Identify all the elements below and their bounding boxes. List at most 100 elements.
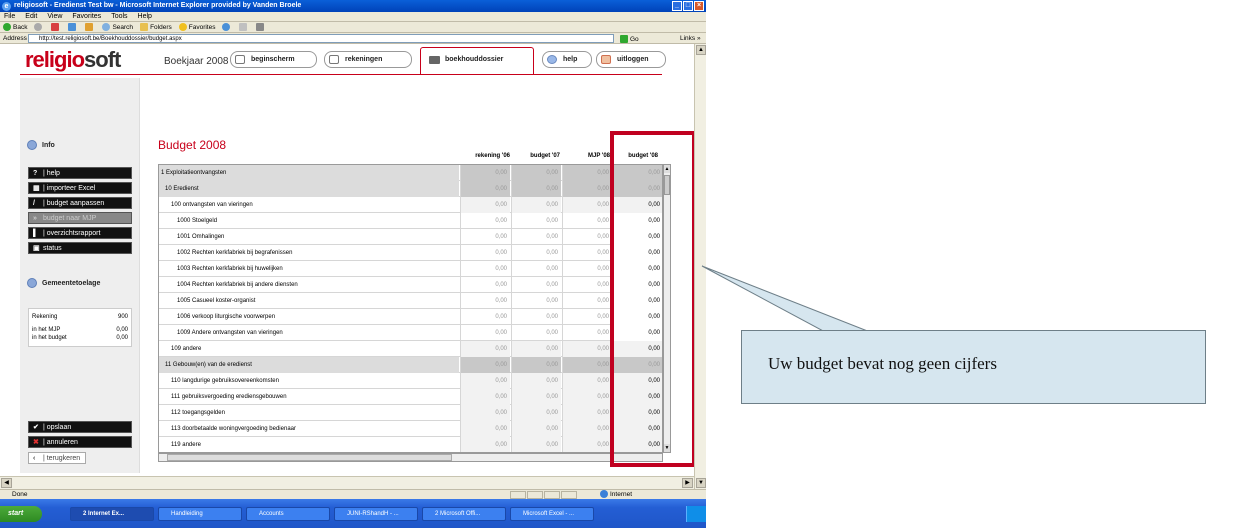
menu-edit[interactable]: Edit <box>25 12 37 21</box>
nav-beginscherm[interactable]: beginscherm <box>230 51 317 68</box>
row-label: 11 Gebouw(en) van de eredienst <box>159 357 459 373</box>
value-cell: 0,00 <box>562 213 612 229</box>
importeer-excel-button[interactable]: ▦ | importeer Excel <box>28 182 132 194</box>
overzichtsrapport-button[interactable]: ▌ | overzichtsrapport <box>28 227 132 239</box>
history-icon <box>222 23 231 32</box>
folder-icon <box>429 56 440 64</box>
menu-view[interactable]: View <box>47 12 62 21</box>
taskbar-item-junirshandh[interactable]: JUNI-RShandH - ... <box>334 507 418 521</box>
taskbar-item-handleiding[interactable]: Handleiding <box>158 507 242 521</box>
menu-file[interactable]: File <box>4 12 15 21</box>
value-cell: 0,00 <box>562 293 612 309</box>
help-button[interactable]: ? | help <box>28 167 132 179</box>
window-titlebar[interactable]: e religiosoft - Eredienst Test bw - Micr… <box>0 0 706 12</box>
favorites-button[interactable]: Favorites <box>178 22 215 32</box>
forward-button[interactable] <box>34 22 44 32</box>
value-cell: 0,00 <box>511 309 561 325</box>
toolbar: Back Search Folders Favorites <box>0 22 706 33</box>
nav-uitloggen[interactable]: uitloggen <box>596 51 666 68</box>
value-cell: 0,00 <box>460 213 510 229</box>
value-cell: 0,00 <box>460 309 510 325</box>
mail-button[interactable] <box>239 22 249 32</box>
scroll-left-icon[interactable]: ◀ <box>1 478 12 488</box>
stop-button[interactable] <box>51 22 61 32</box>
value-cell: 0,00 <box>562 165 612 181</box>
row-label: 111 gebruiksvergoeding erediensgebouwen <box>171 394 287 400</box>
menu-tools[interactable]: Tools <box>111 12 127 21</box>
value-cell: 0,00 <box>460 325 510 341</box>
grid-horizontal-scrollbar[interactable] <box>158 453 663 462</box>
religiosoft-logo[interactable]: religiosoft <box>25 47 121 73</box>
print-button[interactable] <box>256 22 266 32</box>
taskbar-item-microsoft-office[interactable]: 2 Microsoft Offi... <box>422 507 506 521</box>
check-icon: ✔ <box>33 424 39 431</box>
maximize-icon[interactable]: □ <box>683 1 693 11</box>
cross-icon: ✖ <box>33 439 39 446</box>
table-row: in het budget 0,00 <box>32 335 128 341</box>
budget-aanpassen-button[interactable]: / | budget aanpassen <box>28 197 132 209</box>
value-cell: 0,00 <box>460 165 510 181</box>
table-row: 1009 Andere ontvangsten van vieringen 0,0… <box>159 325 662 341</box>
minimize-icon[interactable]: _ <box>672 1 682 11</box>
value-cell: 0,00 <box>460 389 510 405</box>
value-cell: 0,00 <box>460 245 510 261</box>
annuleren-button[interactable]: ✖ | annuleren <box>28 436 132 448</box>
row-label: 1009 Andere ontvangsten van vieringen <box>177 330 283 336</box>
column-header-rekening-06: rekening '06 <box>475 153 510 159</box>
taskbar-item-internet-explorer[interactable]: 2 Internet Ex... <box>70 507 154 521</box>
page-horizontal-scrollbar[interactable]: ◀ ▶ <box>0 476 694 489</box>
links-button[interactable]: Links » <box>680 33 701 44</box>
address-input[interactable]: http://test.religiosoft.be/Boekhouddossi… <box>28 34 614 43</box>
home-button[interactable] <box>85 22 95 32</box>
value-cell: 0,00 <box>562 373 612 389</box>
value-cell: 0,00 <box>562 437 612 452</box>
callout-pointer <box>701 265 871 333</box>
sidebar: Info ? | help ▦ | importeer Excel / | bu… <box>20 78 140 473</box>
budget-naar-mjp-button[interactable]: » budget naar MJP <box>28 212 132 224</box>
value-cell: 0,00 <box>511 357 561 373</box>
scroll-thumb[interactable] <box>167 454 452 461</box>
status-button[interactable]: ▣ status <box>28 242 132 254</box>
refresh-button[interactable] <box>68 22 78 32</box>
menu-help[interactable]: Help <box>138 12 152 21</box>
go-arrow-icon <box>620 35 628 44</box>
table-row: 113 doorbetaalde woningvergoeding bedien… <box>159 421 662 437</box>
value-cell: 0,00 <box>511 437 561 452</box>
scroll-right-icon[interactable]: ▶ <box>682 478 693 488</box>
table-row: 1 Exploitatieontvangsten 0,00 0,00 0,00 0,00 <box>159 165 662 181</box>
folders-button[interactable]: Folders <box>140 22 172 32</box>
info-heading: Info <box>27 140 55 150</box>
value-cell: 0,00 <box>460 357 510 373</box>
nav-boekhouddossier[interactable]: boekhouddossier <box>420 47 534 74</box>
nav-rekeningen[interactable]: rekeningen <box>324 51 412 68</box>
menu-favorites[interactable]: Favorites <box>72 12 101 21</box>
value-cell: 0,00 <box>562 229 612 245</box>
menu-bar: File Edit View Favorites Tools Help <box>0 12 706 22</box>
close-icon[interactable]: × <box>694 1 704 11</box>
table-row: 11 Gebouw(en) van de eredienst 0,00 0,00 0,… <box>159 357 662 373</box>
opslaan-button[interactable]: ✔ | opslaan <box>28 421 132 433</box>
print-icon <box>256 23 265 32</box>
value-cell: 0,00 <box>511 389 561 405</box>
row-label: 112 toegangsgelden <box>171 410 225 416</box>
terugkeren-button[interactable]: ‹ | terugkeren <box>28 452 86 464</box>
table-row: 112 toegangsgelden 0,00 0,00 0,00 0,00 <box>159 405 662 421</box>
taskbar-item-accounts[interactable]: Accounts <box>246 507 330 521</box>
scroll-up-icon[interactable]: ▲ <box>696 45 706 55</box>
value-cell: 0,00 <box>562 309 612 325</box>
address-label: Address <box>3 35 27 42</box>
scroll-down-icon[interactable]: ▼ <box>696 478 706 488</box>
grid-icon <box>329 55 339 64</box>
value-cell: 0,00 <box>460 197 510 213</box>
back-button[interactable]: Back <box>3 22 27 32</box>
refresh-icon <box>68 23 77 32</box>
search-button[interactable]: Search <box>102 22 133 32</box>
history-button[interactable] <box>222 22 232 32</box>
taskbar-item-microsoft-excel[interactable]: Microsoft Excel - ... <box>510 507 594 521</box>
nav-help[interactable]: help <box>542 51 592 68</box>
value-cell: 0,00 <box>511 197 561 213</box>
value-cell: 0,00 <box>511 261 561 277</box>
table-row: 1004 Rechten kerkfabriek bij andere dien… <box>159 277 662 293</box>
row-label: 100 ontvangsten van vieringen <box>171 202 253 208</box>
start-button[interactable]: start <box>0 506 42 522</box>
